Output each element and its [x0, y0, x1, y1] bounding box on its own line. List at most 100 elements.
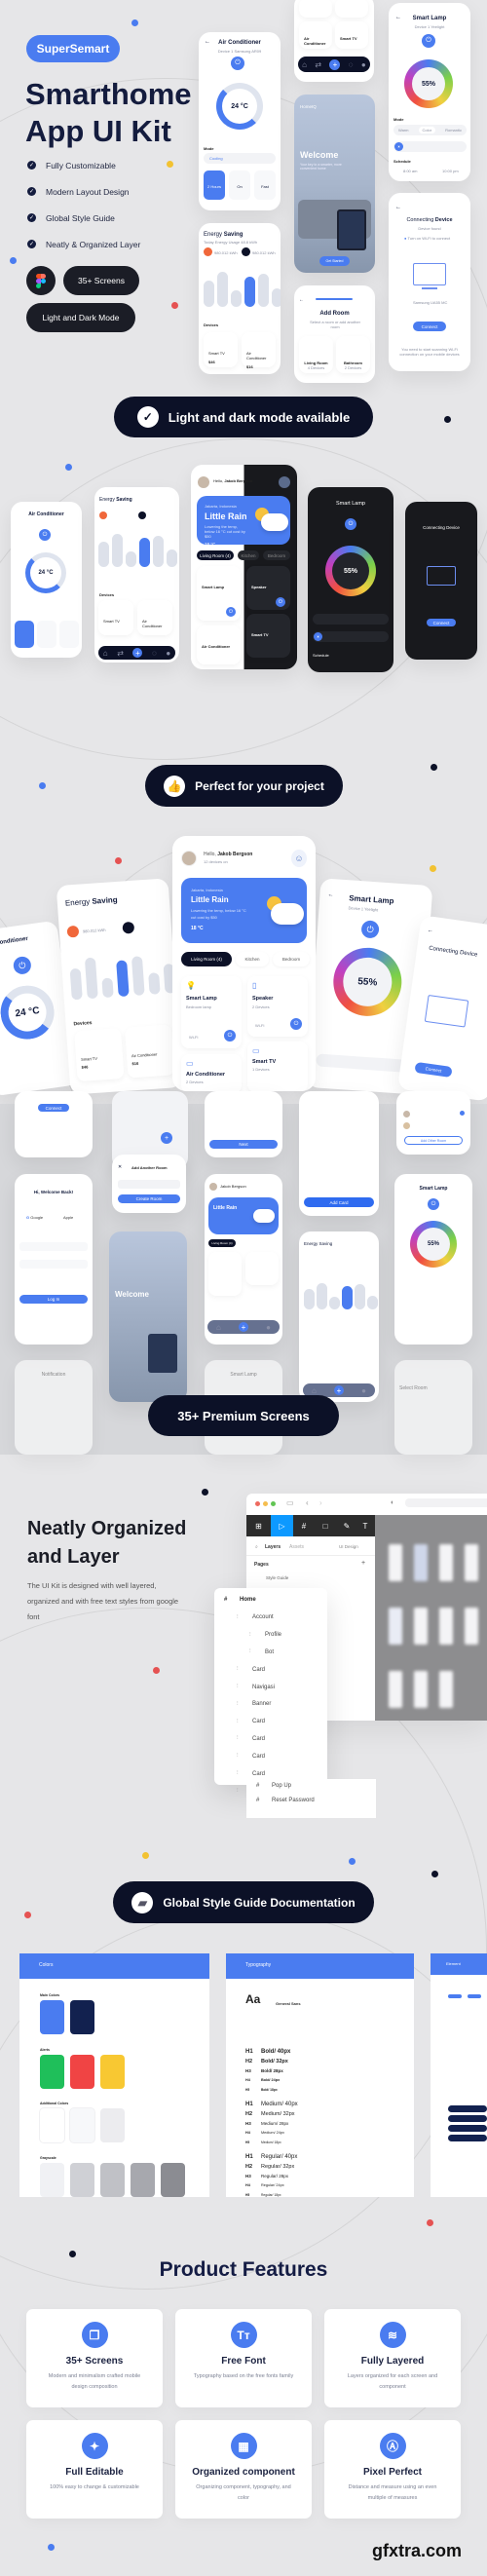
get-started-button[interactable]: Get Started	[319, 256, 350, 266]
layer-item[interactable]: ⫶ Card	[237, 1666, 265, 1673]
power-icon[interactable]: ⏻	[231, 57, 244, 70]
layer-item[interactable]: ⫶ Navigasi	[237, 1684, 275, 1690]
temperature-gauge[interactable]: 24 °C	[25, 552, 66, 593]
avatar[interactable]	[209, 1183, 217, 1191]
back-arrow-icon[interactable]: ←	[205, 39, 210, 45]
energy-bar[interactable]	[329, 1297, 340, 1309]
profile-icon[interactable]: ●	[266, 1323, 271, 1332]
close-icon[interactable]: ✕	[118, 1164, 122, 1170]
page-select[interactable]: UI Design	[339, 1544, 358, 1549]
mode-selector[interactable]: Cooling	[204, 153, 276, 164]
shuffle-icon[interactable]: ⇄	[117, 649, 124, 658]
shuffle-icon[interactable]: ⇄	[315, 60, 321, 69]
bot-icon[interactable]	[279, 476, 290, 488]
fan-card[interactable]	[59, 621, 79, 648]
add-icon[interactable]: +	[333, 1385, 344, 1395]
tab-living-room[interactable]: Living Room (4)	[208, 1239, 236, 1247]
back-arrow-icon[interactable]: ←	[427, 928, 433, 934]
power-icon[interactable]: ⏻	[290, 1018, 302, 1030]
profile-icon[interactable]: ●	[166, 649, 170, 658]
energy-bar[interactable]	[116, 959, 130, 998]
connect-button[interactable]: Connect	[414, 1061, 453, 1079]
device-card[interactable]: ▯ Speaker 2 Devices Wi-Fi ⏻	[247, 976, 308, 1037]
tab-assets[interactable]: Assets	[289, 1544, 304, 1550]
power-icon[interactable]: ⏻	[12, 955, 33, 976]
room-card[interactable]: Living Room 4 Devices	[299, 336, 333, 373]
brightness-slider[interactable]: ☀	[313, 631, 389, 642]
lamp-mode-selector[interactable]	[316, 1053, 409, 1073]
connect-button[interactable]: Connect	[413, 322, 446, 331]
text-tool-icon[interactable]: T	[357, 1522, 373, 1531]
move-tool-icon[interactable]: ▷	[271, 1515, 293, 1536]
energy-bar[interactable]	[69, 967, 83, 1001]
tab-layers[interactable]: Layers	[265, 1544, 281, 1550]
energy-bar[interactable]	[231, 290, 242, 307]
device-card[interactable]: 💡 Smart Lamp Bedroom lamp Wi-Fi ⏻	[181, 976, 242, 1048]
connect-button[interactable]: Connect	[427, 619, 456, 626]
device-card[interactable]: Air Conditioner $16	[242, 332, 276, 369]
temperature-gauge[interactable]: 24 °C	[216, 83, 263, 130]
power-icon[interactable]: ⏻	[39, 529, 51, 541]
mode-option[interactable]: Romantic	[445, 128, 462, 133]
energy-bar[interactable]	[131, 956, 145, 996]
swing-card[interactable]	[37, 621, 56, 648]
next-button[interactable]: Next	[209, 1140, 278, 1149]
power-icon[interactable]: ⏻	[345, 518, 356, 530]
device-card[interactable]: ▭ Air Conditioner 2 Devices	[181, 1054, 242, 1091]
energy-bar[interactable]	[355, 1284, 365, 1309]
add-icon[interactable]: +	[238, 1322, 248, 1332]
history-icon[interactable]: ◌	[349, 60, 354, 69]
profile-icon[interactable]: ●	[361, 1386, 366, 1395]
energy-bar[interactable]	[367, 1295, 378, 1309]
energy-bar[interactable]	[112, 534, 123, 567]
add-icon[interactable]: +	[329, 58, 341, 70]
add-icon[interactable]: +	[161, 1132, 172, 1144]
address-bar[interactable]	[405, 1498, 487, 1507]
device-card[interactable]	[335, 0, 368, 18]
timer-card[interactable]: 2 Hours	[204, 170, 225, 200]
layer-item[interactable]: ⫶ Card	[237, 1719, 265, 1725]
device-card[interactable]: ▭ Smart TV 1 Devices	[247, 1042, 308, 1091]
back-arrow-icon[interactable]: ←	[395, 205, 401, 210]
energy-bar[interactable]	[167, 549, 177, 567]
email-field[interactable]	[19, 1242, 88, 1251]
energy-bar[interactable]	[153, 536, 164, 567]
room-name-input[interactable]	[118, 1180, 180, 1189]
schedule-to[interactable]: 10:00 pm	[442, 169, 459, 173]
add-icon[interactable]: +	[132, 648, 143, 658]
energy-bar[interactable]	[272, 288, 281, 307]
google-login[interactable]: G Google	[26, 1215, 43, 1220]
layer-item[interactable]: ⫶ Account	[237, 1614, 274, 1621]
swing-card[interactable]: On	[229, 170, 250, 200]
page-item[interactable]: Style Guide	[266, 1575, 288, 1580]
layer-item[interactable]: ⫶ Card	[237, 1770, 265, 1777]
add-card-button[interactable]: Add Card	[304, 1197, 374, 1207]
minimize-dot[interactable]	[263, 1501, 268, 1506]
energy-bar[interactable]	[317, 1282, 327, 1309]
avatar[interactable]	[198, 476, 209, 488]
sidebar-toggle-icon[interactable]: ▭	[286, 1498, 294, 1507]
color-wheel[interactable]: 55%	[404, 59, 453, 108]
tab-bedroom[interactable]: Bedroom	[263, 550, 290, 560]
home-icon[interactable]: ⌂	[103, 649, 108, 658]
device-card[interactable]: Speaker ⏻	[246, 566, 290, 610]
back-arrow-icon[interactable]: ←	[327, 892, 333, 898]
energy-bar[interactable]	[244, 276, 255, 307]
device-card[interactable]: Smart TV	[335, 21, 368, 49]
color-wheel[interactable]: 55%	[330, 945, 404, 1019]
device-card[interactable]: Smart TV	[246, 614, 290, 658]
layer-item[interactable]: ⫶ Card	[237, 1735, 265, 1742]
create-room-button[interactable]: Create Room	[118, 1194, 180, 1203]
layer-item[interactable]: # Reset Password	[256, 1798, 315, 1803]
device-card[interactable]	[299, 0, 332, 18]
home-icon[interactable]: ⌂	[302, 60, 307, 69]
add-other-room-button[interactable]: Add Other Room	[404, 1136, 463, 1145]
layer-item[interactable]: # Home	[224, 1597, 256, 1603]
bot-icon[interactable]: ☺	[291, 850, 307, 867]
tab-living-room[interactable]: Living Room (4)	[197, 550, 234, 560]
energy-bar[interactable]	[217, 272, 228, 307]
device-card[interactable]: Air Conditioner	[299, 21, 332, 49]
temperature-gauge[interactable]: 24 °C	[0, 982, 58, 1043]
tab-kitchen[interactable]: Kitchen	[238, 550, 259, 560]
forward-nav-icon[interactable]: ›	[319, 1498, 322, 1507]
